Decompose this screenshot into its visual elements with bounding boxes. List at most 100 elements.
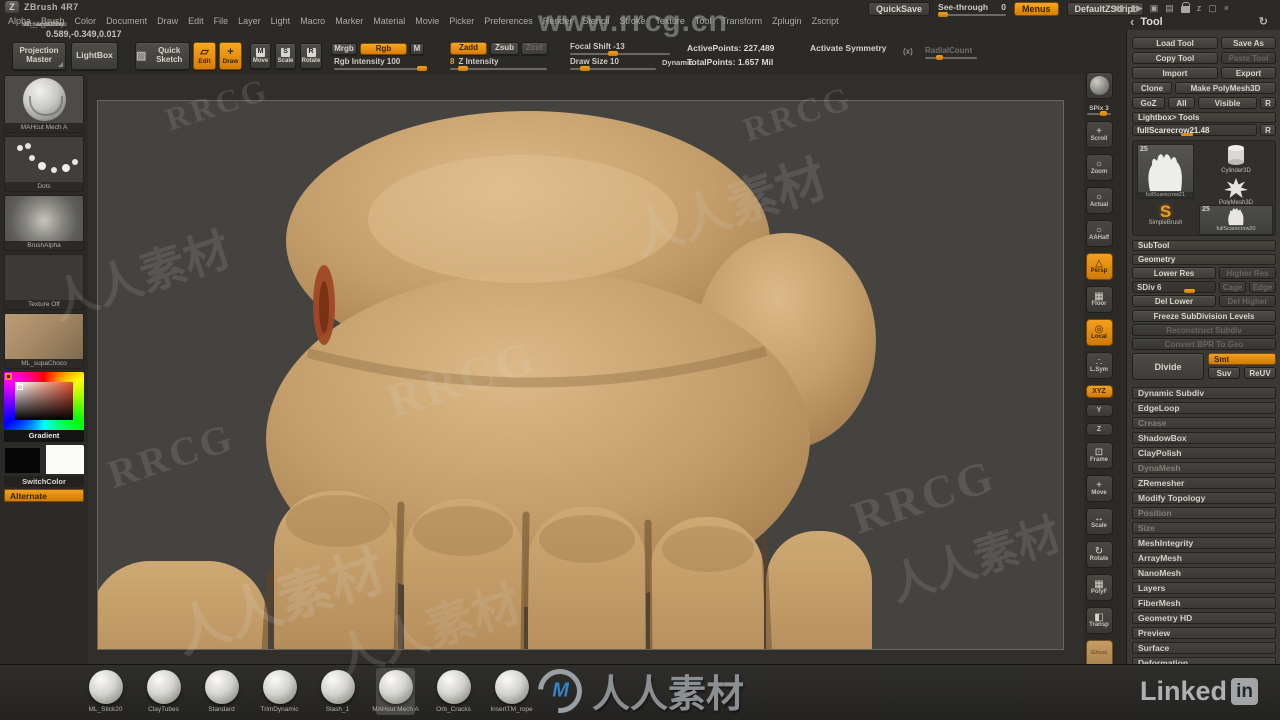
menu-item[interactable]: Picker bbox=[449, 16, 474, 26]
subpalette-header[interactable]: Geometry HD bbox=[1132, 612, 1276, 624]
secondary-color-swatch[interactable] bbox=[46, 445, 84, 474]
shelf-button[interactable]: XYZ bbox=[1085, 385, 1113, 398]
subpalette-header[interactable]: MeshIntegrity bbox=[1132, 537, 1276, 549]
shelf-button[interactable]: Y bbox=[1085, 404, 1113, 417]
zsub-button[interactable]: Zsub bbox=[490, 42, 519, 55]
z-intensity-nub[interactable] bbox=[457, 66, 468, 71]
polymesh3d-thumbnail[interactable]: PolyMesh3D bbox=[1199, 178, 1273, 206]
brush-item[interactable]: Slash_1 bbox=[318, 668, 357, 715]
goz-all-button[interactable]: All bbox=[1168, 97, 1195, 109]
rgb-intensity-slider[interactable]: Rgb Intensity 100 bbox=[334, 57, 427, 71]
copy-tool-button[interactable]: Copy Tool bbox=[1132, 52, 1218, 64]
current-material-slot[interactable]: ML_supaChoco bbox=[4, 313, 84, 369]
edge-button[interactable]: Edge bbox=[1249, 281, 1276, 293]
copy-window-icon[interactable]: ▣ bbox=[1150, 3, 1159, 13]
subpalette-header[interactable]: Dynamic Subdiv bbox=[1132, 387, 1276, 399]
focal-shift-track[interactable] bbox=[570, 51, 670, 56]
subpalette-header[interactable]: NanoMesh bbox=[1132, 567, 1276, 579]
z-intensity-track[interactable] bbox=[450, 66, 547, 71]
paste-window-icon[interactable]: ▤ bbox=[1165, 3, 1174, 13]
quick-sketch-button[interactable]: ▨ Quick Sketch bbox=[135, 42, 190, 70]
shelf-button[interactable]: ↔ Scale bbox=[1085, 508, 1113, 535]
menu-item[interactable]: Edit bbox=[188, 16, 204, 26]
shelf-button[interactable]: ○ Zoom bbox=[1085, 154, 1113, 181]
shelf-button[interactable]: + Scroll bbox=[1085, 121, 1113, 148]
shelf-button[interactable]: Ghost bbox=[1085, 640, 1113, 664]
subpalette-header[interactable]: EdgeLoop bbox=[1132, 402, 1276, 414]
subpalette-header[interactable]: Preview bbox=[1132, 627, 1276, 639]
reconstruct-subdiv-button[interactable]: Reconstruct Subdiv bbox=[1132, 324, 1276, 336]
brush-item[interactable]: TrimDynamic bbox=[260, 668, 299, 715]
shelf-button[interactable]: ▦ Floor bbox=[1085, 286, 1113, 313]
minimize-icon[interactable]: z bbox=[1197, 3, 1202, 13]
subpalette-header[interactable]: Surface bbox=[1132, 642, 1276, 654]
brush-item[interactable]: ClayTubes bbox=[144, 668, 183, 715]
convert-bpr-button[interactable]: Convert BPR To Geo bbox=[1132, 338, 1276, 350]
subpalette-header[interactable]: ArrayMesh bbox=[1132, 552, 1276, 564]
refresh-icon[interactable]: ↻ bbox=[1259, 15, 1268, 28]
lightbox-tools-header[interactable]: Lightbox> Tools bbox=[1132, 112, 1276, 123]
menu-item[interactable]: Marker bbox=[335, 16, 363, 26]
cage-button[interactable]: Cage bbox=[1219, 281, 1246, 293]
menu-item[interactable]: Tool bbox=[695, 16, 712, 26]
material-item[interactable]: svHair_Marble bbox=[4, 0, 84, 28]
subpalette-header[interactable]: ShadowBox bbox=[1132, 432, 1276, 444]
rgb-intensity-track[interactable] bbox=[334, 66, 427, 71]
back-arrow-icon[interactable]: ‹ bbox=[1130, 14, 1134, 29]
menu-item[interactable]: Material bbox=[373, 16, 405, 26]
spix-slider[interactable]: SPix 3 bbox=[1084, 105, 1114, 116]
export-button[interactable]: Export bbox=[1221, 67, 1276, 79]
shelf-button[interactable]: ⊡ Frame bbox=[1085, 442, 1113, 469]
freeze-subdivision-button[interactable]: Freeze SubDivision Levels bbox=[1132, 310, 1276, 322]
lock-icon[interactable] bbox=[1180, 2, 1191, 13]
brush-item[interactable]: Standard bbox=[202, 668, 241, 715]
goz-visible-button[interactable]: Visible bbox=[1198, 97, 1257, 109]
subpalette-header[interactable]: Crease bbox=[1132, 417, 1276, 429]
shelf-button[interactable]: Z bbox=[1085, 423, 1113, 436]
see-through-track[interactable] bbox=[938, 12, 1007, 17]
close-icon[interactable]: × bbox=[1224, 3, 1229, 13]
cylinder3d-thumbnail[interactable]: Cylinder3D bbox=[1199, 144, 1273, 174]
draw-size-track[interactable] bbox=[570, 66, 656, 71]
shelf-button[interactable]: ▦ PolyF bbox=[1085, 574, 1113, 601]
suv-button[interactable]: Suv bbox=[1208, 367, 1240, 379]
shelf-button[interactable]: ↻ Rotate bbox=[1085, 541, 1113, 568]
menu-item[interactable]: Preferences bbox=[484, 16, 533, 26]
simplebrush-thumbnail[interactable]: S SimpleBrush bbox=[1137, 203, 1194, 226]
rotate-button[interactable]: R Rotate bbox=[300, 43, 322, 69]
menu-item[interactable]: Light bbox=[271, 16, 291, 26]
brush-item[interactable]: Orb_Cracks bbox=[434, 668, 473, 715]
save-as-button[interactable]: Save As bbox=[1221, 37, 1276, 49]
scarecrow20-thumbnail[interactable]: 25 fullScarecrow20 bbox=[1199, 205, 1273, 235]
z-intensity-slider[interactable]: 8Z Intensity bbox=[450, 57, 547, 71]
quicksave-button[interactable]: QuickSave bbox=[868, 2, 931, 16]
subpalette-header[interactable]: FiberMesh bbox=[1132, 597, 1276, 609]
goz-r-button[interactable]: R bbox=[1260, 97, 1276, 109]
geometry-section-header[interactable]: Geometry bbox=[1132, 254, 1276, 265]
menu-item[interactable]: Document bbox=[106, 16, 147, 26]
subpalette-header[interactable]: ClayPolish bbox=[1132, 447, 1276, 459]
scale-button[interactable]: S Scale bbox=[275, 43, 296, 69]
restore-icon[interactable]: ▢ bbox=[1208, 3, 1217, 13]
rgb-button[interactable]: Rgb bbox=[360, 43, 407, 55]
symmetry-x-label[interactable]: (x) bbox=[903, 47, 913, 56]
shelf-button[interactable]: + Move bbox=[1085, 475, 1113, 502]
menu-item[interactable]: Render bbox=[543, 16, 573, 26]
switch-color-widget[interactable]: SwitchColor bbox=[4, 445, 84, 487]
color-picker[interactable]: Gradient bbox=[4, 372, 84, 442]
focal-shift-slider[interactable]: Focal Shift -13 bbox=[570, 42, 670, 56]
sdiv-slider[interactable]: SDiv 6 bbox=[1132, 281, 1216, 293]
lightbox-button[interactable]: LightBox bbox=[71, 42, 118, 70]
hue-ring[interactable] bbox=[4, 372, 84, 430]
paste-tool-button[interactable]: Paste Tool bbox=[1221, 52, 1276, 64]
current-texture-slot[interactable]: Texture Off bbox=[4, 254, 84, 310]
menu-item[interactable]: Draw bbox=[157, 16, 178, 26]
lower-res-button[interactable]: Lower Res bbox=[1132, 267, 1216, 279]
draw-size-slider[interactable]: Draw Size 10 bbox=[570, 57, 656, 71]
smt-button[interactable]: Smt bbox=[1208, 353, 1276, 365]
divide-button[interactable]: Divide bbox=[1132, 353, 1204, 380]
radial-count-track[interactable] bbox=[925, 55, 977, 60]
move-button[interactable]: M Move bbox=[250, 43, 271, 69]
del-higher-button[interactable]: Del Higher bbox=[1219, 295, 1276, 307]
del-lower-button[interactable]: Del Lower bbox=[1132, 295, 1216, 307]
